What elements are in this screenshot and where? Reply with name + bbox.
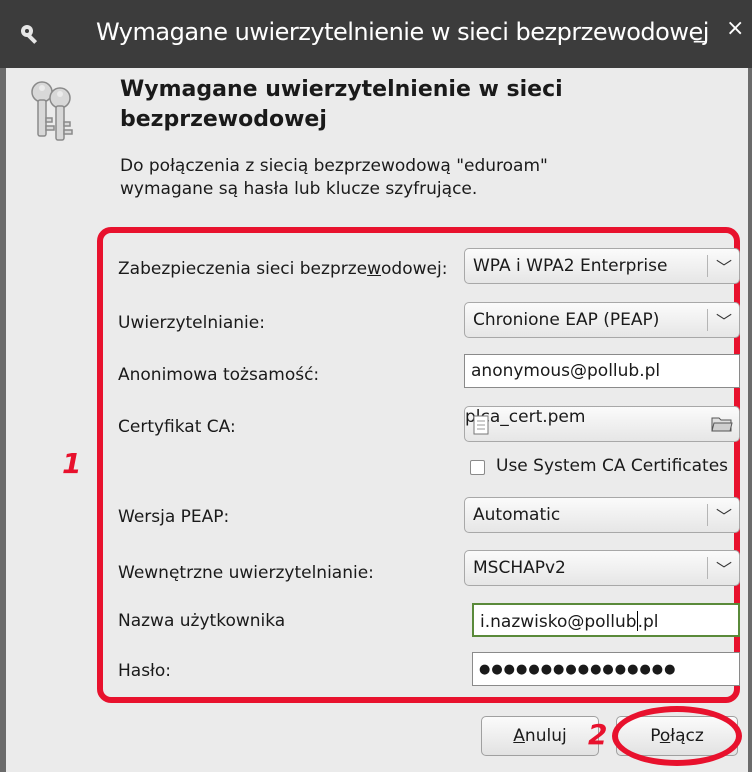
inner-auth-label: Wewnętrzne uwierzytelnianie: — [118, 563, 374, 583]
chevron-down-icon: ﹀ — [716, 312, 733, 331]
ca-label: Certyfikat CA: — [118, 417, 236, 437]
auth-value: Chronione EAP (PEAP) — [473, 310, 660, 330]
combo-separator — [707, 504, 708, 526]
chevron-down-icon: ﹀ — [716, 560, 733, 579]
key-icon — [21, 25, 38, 44]
ca-file-button[interactable]: plca_cert.pem — [464, 406, 740, 442]
minimize-button[interactable]: _ — [694, 18, 705, 43]
chevron-down-icon: ﹀ — [716, 507, 733, 526]
chevron-down-icon: ﹀ — [716, 258, 733, 277]
security-combo[interactable]: WPA i WPA2 Enterprise ﹀ — [464, 248, 740, 284]
window-title: Wymagane uwierzytelnienie w sieci bezprz… — [96, 18, 709, 46]
security-value: WPA i WPA2 Enterprise — [473, 256, 668, 276]
dialog-description: Do połączenia z siecią bezprzewodową "ed… — [120, 155, 680, 201]
marker-1: 1 — [62, 447, 82, 480]
peap-combo[interactable]: Automatic ﹀ — [464, 497, 740, 533]
marker-2: 2 — [588, 718, 608, 751]
keys-icon — [31, 81, 73, 141]
system-ca-label: Use System CA Certificates — [496, 456, 729, 476]
anon-label: Anonimowa tożsamość: — [118, 365, 320, 385]
dialog-heading: Wymagane uwierzytelnienie w sieci bezprz… — [120, 75, 660, 135]
password-input[interactable]: ●●●●●●●●●●●●●●●● — [472, 652, 740, 686]
description-line-1: Do połączenia z siecią bezprzewodową "ed… — [120, 156, 548, 176]
combo-separator — [707, 255, 708, 277]
auth-label: Uwierzytelnianie: — [118, 313, 265, 333]
window-frame-left — [0, 68, 6, 772]
password-value: ●●●●●●●●●●●●●●●● — [479, 662, 677, 677]
title-bar: Wymagane uwierzytelnienie w sieci bezprz… — [0, 0, 752, 68]
inner-auth-value: MSCHAPv2 — [473, 558, 566, 578]
system-ca-checkbox[interactable] — [470, 460, 485, 475]
anon-value: anonymous@pollub.pl — [471, 361, 661, 381]
peap-value: Automatic — [473, 505, 561, 525]
close-button[interactable]: × — [726, 16, 744, 41]
description-line-2: wymagane są hasła lub klucze szyfrujące. — [120, 179, 478, 199]
username-value: i.nazwisko@pollub.pl — [480, 611, 659, 632]
peap-label: Wersja PEAP: — [118, 507, 230, 527]
combo-separator — [707, 557, 708, 579]
username-input[interactable]: i.nazwisko@pollub.pl — [472, 603, 740, 637]
heading-line-2: bezprzewodowej — [120, 107, 327, 132]
password-label: Hasło: — [118, 661, 172, 681]
inner-auth-combo[interactable]: MSCHAPv2 ﹀ — [464, 550, 740, 586]
anon-input[interactable]: anonymous@pollub.pl — [464, 354, 740, 388]
heading-line-1: Wymagane uwierzytelnienie w sieci — [120, 77, 563, 102]
highlight-ellipse-2 — [612, 706, 742, 766]
username-label: Nazwa użytkownika — [118, 611, 286, 631]
window-frame-right — [748, 68, 752, 772]
combo-separator — [707, 309, 708, 331]
document-icon — [473, 415, 489, 435]
folder-open-icon — [711, 417, 733, 432]
security-label: Zabezpieczenia sieci bezprzewodowej: — [118, 259, 448, 279]
auth-combo[interactable]: Chronione EAP (PEAP) ﹀ — [464, 302, 740, 338]
cancel-button[interactable]: Anuluj — [481, 716, 599, 756]
